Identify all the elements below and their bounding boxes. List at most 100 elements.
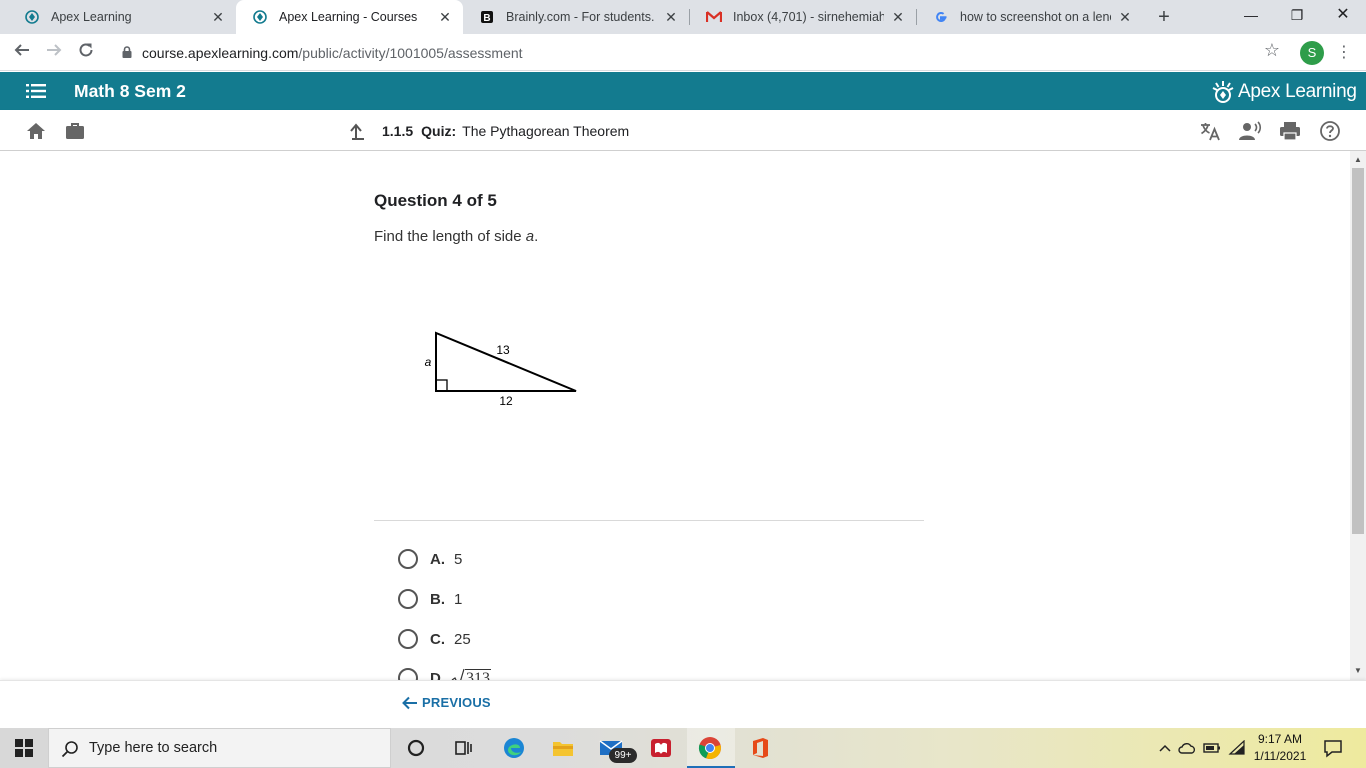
taskbar-search-box[interactable]: Type here to search (48, 728, 391, 768)
show-hidden-icons-chevron-icon[interactable] (1158, 741, 1172, 755)
prompt-suffix: . (534, 228, 539, 245)
reader-app-icon[interactable] (649, 736, 673, 760)
answer-option-c[interactable]: C. 25 (398, 628, 471, 650)
back-button[interactable] (10, 41, 34, 65)
brand-name: Apex Learning (1238, 81, 1357, 102)
cortana-icon[interactable] (404, 736, 428, 760)
profile-avatar[interactable]: S (1300, 41, 1324, 65)
battery-icon[interactable] (1203, 741, 1221, 755)
mail-count-badge: 99+ (609, 748, 637, 763)
option-letter: D. (430, 669, 445, 681)
forward-button[interactable] (42, 41, 66, 65)
tab-title: Brainly.com - For students. By s (506, 10, 657, 24)
file-explorer-icon[interactable] (551, 736, 575, 760)
url-text: course.apexlearning.com/public/activity/… (142, 44, 523, 62)
start-button[interactable] (0, 728, 48, 768)
address-bar[interactable]: course.apexlearning.com/public/activity/… (110, 38, 1290, 67)
browser-menu-icon[interactable]: ⋮ (1336, 41, 1352, 65)
scrollbar-thumb[interactable] (1352, 168, 1364, 534)
right-angle-marker (435, 379, 448, 392)
windows-logo-icon (15, 739, 33, 757)
print-icon[interactable] (1279, 120, 1301, 142)
question-prompt: Find the length of side a. (374, 228, 538, 245)
clock-date: 1/11/2021 (1253, 749, 1307, 763)
previous-label: PREVIOUS (422, 695, 491, 710)
activity-number: 1.1.5 (382, 123, 414, 139)
browser-tab-apex-courses[interactable]: Apex Learning - Courses ✕ (236, 0, 463, 34)
base-label: 12 (499, 394, 513, 408)
option-value-sqrt: 313 (451, 668, 491, 680)
bookmark-star-icon[interactable]: ☆ (1262, 40, 1282, 60)
edge-browser-icon[interactable] (502, 736, 526, 760)
hypotenuse-label: 13 (496, 343, 510, 357)
wifi-icon[interactable] (1228, 740, 1246, 756)
close-tab-icon[interactable]: ✕ (890, 9, 906, 25)
browser-tab-gmail[interactable]: Inbox (4,701) - sirnehemiah.eu ✕ (690, 0, 916, 34)
close-window-button[interactable]: ✕ (1320, 0, 1366, 30)
option-value: 1 (454, 590, 463, 608)
windows-taskbar: Type here to search 99+ 9:17 AM 1/11/202… (0, 728, 1366, 768)
chrome-icon (698, 737, 721, 760)
square-root-icon (451, 668, 465, 680)
home-icon[interactable] (25, 120, 47, 142)
scroll-up-arrow-icon[interactable]: ▲ (1353, 155, 1363, 165)
apex-logo-icon (1212, 81, 1234, 103)
close-tab-icon[interactable]: ✕ (437, 9, 453, 25)
browser-toolbar: course.apexlearning.com/public/activity/… (0, 34, 1366, 71)
answer-option-b[interactable]: B. 1 (398, 588, 462, 610)
divider (374, 520, 924, 521)
previous-button[interactable]: PREVIOUS (402, 695, 491, 710)
browser-tab-strip: Apex Learning ✕ Apex Learning - Courses … (0, 0, 1366, 34)
translate-icon[interactable] (1199, 120, 1221, 142)
forward-arrow-icon (47, 44, 62, 56)
office-icon[interactable] (748, 736, 772, 760)
option-letter: A. (430, 550, 445, 568)
lock-icon (122, 46, 132, 58)
prompt-text: Find the length of side (374, 228, 526, 245)
onedrive-cloud-icon[interactable] (1178, 741, 1196, 755)
briefcase-icon[interactable] (64, 120, 86, 142)
answer-option-a[interactable]: A. 5 (398, 548, 462, 570)
activity-name: The Pythagorean Theorem (462, 123, 630, 139)
new-tab-button[interactable]: + (1152, 7, 1176, 27)
reload-button[interactable] (74, 41, 98, 65)
radio-button[interactable] (398, 629, 418, 649)
scroll-down-arrow-icon[interactable]: ▼ (1353, 666, 1363, 676)
radio-button[interactable] (398, 549, 418, 569)
close-tab-icon[interactable]: ✕ (663, 9, 679, 25)
minimize-window-button[interactable]: — (1228, 0, 1274, 30)
url-host: course.apexlearning.com (142, 45, 299, 61)
notifications-icon[interactable] (1322, 736, 1344, 760)
browser-tab-brainly[interactable]: B Brainly.com - For students. By s ✕ (463, 0, 689, 34)
close-tab-icon[interactable]: ✕ (1117, 9, 1133, 25)
up-arrow-icon[interactable] (348, 121, 368, 141)
clock-time: 9:17 AM (1257, 732, 1303, 746)
url-path: /public/activity/1001005/assessment (298, 45, 523, 61)
restore-window-button[interactable]: ❐ (1274, 0, 1320, 30)
tab-title: how to screenshot on a lenovo (960, 10, 1111, 24)
radio-button[interactable] (398, 668, 418, 680)
side-a-label: a (425, 355, 432, 369)
browser-tab-apex-learning[interactable]: Apex Learning ✕ (8, 0, 236, 34)
tab-title: Inbox (4,701) - sirnehemiah.eu (733, 10, 884, 24)
right-triangle-diagram: a 13 12 (425, 331, 577, 408)
google-favicon-icon (933, 9, 949, 25)
search-placeholder: Type here to search (89, 740, 218, 756)
browser-tab-google[interactable]: how to screenshot on a lenovo ✕ (917, 0, 1143, 34)
left-arrow-icon (402, 696, 417, 709)
menu-list-icon[interactable] (26, 84, 46, 98)
prompt-variable: a (525, 228, 535, 245)
read-aloud-icon[interactable] (1238, 120, 1262, 142)
brainly-favicon-icon: B (479, 9, 495, 25)
taskbar-clock[interactable]: 9:17 AM 1/11/2021 (1248, 731, 1312, 765)
close-tab-icon[interactable]: ✕ (210, 9, 226, 25)
svg-text:B: B (483, 13, 490, 24)
vertical-scrollbar[interactable]: ▲ ▼ (1350, 151, 1366, 680)
option-letter: C. (430, 630, 445, 648)
answer-option-d[interactable]: D. 313 (398, 667, 491, 680)
tab-title: Apex Learning - Courses (279, 10, 418, 24)
help-icon[interactable] (1319, 120, 1341, 142)
radio-button[interactable] (398, 589, 418, 609)
apex-favicon-icon (252, 9, 268, 25)
task-view-icon[interactable] (452, 736, 476, 760)
